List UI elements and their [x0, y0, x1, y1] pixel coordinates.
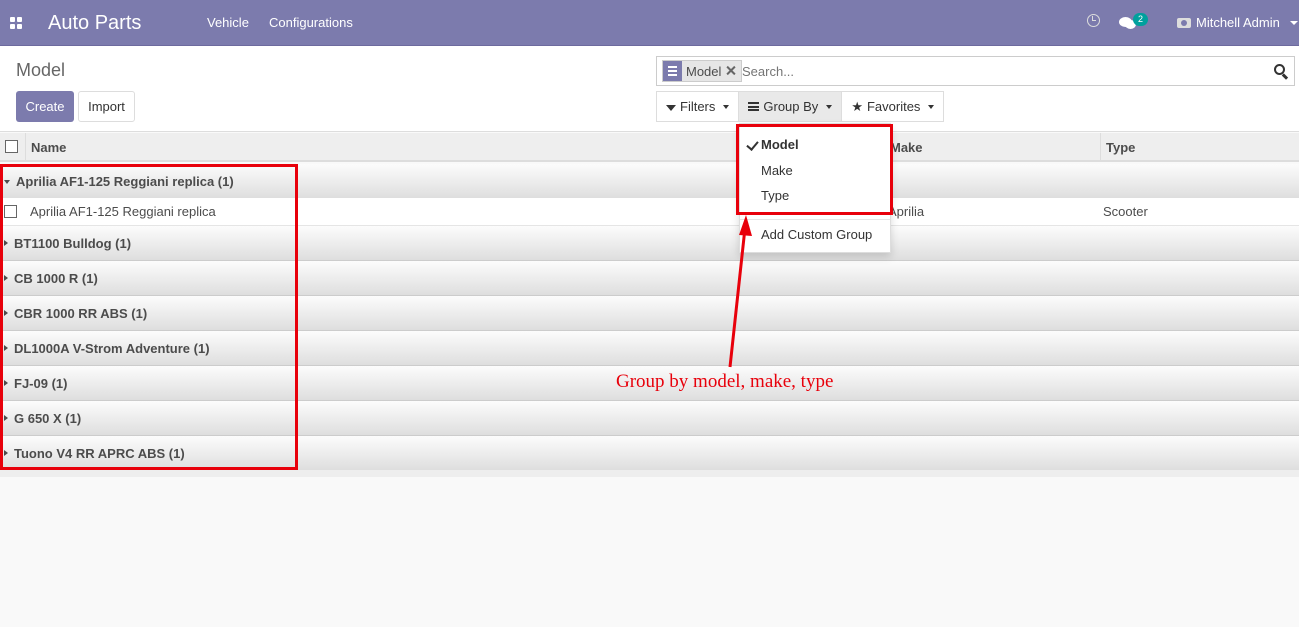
dropdown-divider: [740, 219, 890, 220]
list-header: Name Make Type: [0, 133, 1299, 162]
cell-type: Scooter: [1103, 204, 1148, 219]
caret-right-icon: [4, 450, 8, 456]
search-options: Filters Group By ★ Favorites: [656, 91, 945, 122]
select-all-checkbox[interactable]: [5, 140, 18, 153]
group-label: BT1100 Bulldog (1): [14, 236, 132, 251]
filters-button[interactable]: Filters: [657, 92, 740, 121]
group-label: G 650 X (1): [14, 411, 82, 426]
group-label: CB 1000 R (1): [14, 271, 98, 286]
caret-down-icon: [4, 180, 10, 184]
caret-down-icon: [826, 104, 833, 109]
check-icon: [746, 141, 758, 150]
add-custom-group[interactable]: Add Custom Group: [761, 227, 872, 242]
group-label: FJ-09 (1): [14, 376, 68, 391]
search-bar: Model: [656, 56, 1295, 86]
group-row[interactable]: Aprilia AF1-125 Reggiani replica (1): [0, 164, 1299, 199]
control-panel: Model Create Import Model Filters Group …: [0, 46, 1299, 132]
favorites-button[interactable]: ★ Favorites: [842, 92, 943, 121]
facet-remove-icon[interactable]: [725, 65, 737, 77]
caret-down-icon: [928, 104, 935, 109]
list-footer: [0, 470, 1299, 477]
group-row[interactable]: CBR 1000 RR ABS (1): [0, 296, 1299, 331]
group-by-dropdown: Model Make Type Add Custom Group: [739, 123, 891, 253]
annotation-text: Group by model, make, type: [616, 371, 834, 392]
apps-menu-icon[interactable]: [10, 17, 22, 29]
column-header-type[interactable]: Type: [1100, 133, 1299, 162]
caret-right-icon: [4, 345, 8, 351]
table-row[interactable]: Aprilia AF1-125 Reggiani replica Aprilia…: [0, 198, 1299, 226]
group-by-label: Group By: [763, 99, 819, 114]
row-checkbox[interactable]: [4, 205, 17, 218]
group-label: Aprilia AF1-125 Reggiani replica (1): [16, 174, 234, 189]
bars-icon: [663, 61, 682, 81]
app-title: Auto Parts: [48, 12, 142, 34]
favorites-label: Favorites: [866, 99, 921, 114]
groupby-option-make[interactable]: Make: [761, 163, 793, 178]
bars-icon: [748, 102, 760, 111]
search-facet: Model: [662, 60, 743, 82]
group-row[interactable]: Tuono V4 RR APRC ABS (1): [0, 436, 1299, 471]
column-header-make[interactable]: Make: [884, 133, 1100, 162]
star-icon: ★: [851, 98, 863, 114]
facet-label: Model: [686, 63, 722, 79]
caret-right-icon: [4, 415, 8, 421]
chat-count-badge: 2: [1133, 13, 1148, 26]
group-by-button[interactable]: Group By: [739, 92, 843, 121]
group-row[interactable]: DL1000A V-Strom Adventure (1): [0, 331, 1299, 366]
filters-label: Filters: [680, 99, 716, 114]
group-row[interactable]: G 650 X (1): [0, 401, 1299, 436]
group-label: DL1000A V-Strom Adventure (1): [14, 341, 210, 356]
search-input[interactable]: [742, 61, 1242, 81]
user-avatar-icon[interactable]: [1177, 16, 1191, 28]
caret-down-icon: [723, 104, 730, 109]
filter-icon: [666, 104, 676, 111]
group-row[interactable]: CB 1000 R (1): [0, 261, 1299, 296]
cell-make: Aprilia: [888, 204, 925, 219]
caret-right-icon: [4, 310, 8, 316]
search-icon[interactable]: [1274, 64, 1289, 80]
user-menu[interactable]: Mitchell Admin: [1196, 15, 1280, 30]
menu-vehicle[interactable]: Vehicle: [207, 15, 249, 30]
menu-configurations[interactable]: Configurations: [269, 15, 353, 30]
groupby-option-model[interactable]: Model: [761, 137, 799, 152]
groupby-option-type[interactable]: Type: [761, 188, 789, 203]
caret-right-icon: [4, 240, 8, 246]
cell-name: Aprilia AF1-125 Reggiani replica: [30, 204, 216, 219]
import-button[interactable]: Import: [78, 91, 135, 122]
caret-right-icon: [4, 380, 8, 386]
group-row[interactable]: BT1100 Bulldog (1): [0, 226, 1299, 261]
caret-right-icon: [4, 275, 8, 281]
group-label: Tuono V4 RR APRC ABS (1): [14, 446, 185, 461]
create-button[interactable]: Create: [16, 91, 74, 122]
page-title: Model: [16, 60, 66, 80]
user-caret-icon[interactable]: [1290, 21, 1298, 25]
top-navbar: Auto Parts Vehicle Configurations 2 Mitc…: [0, 0, 1299, 46]
group-label: CBR 1000 RR ABS (1): [14, 306, 148, 321]
activity-clock-icon[interactable]: [1087, 14, 1100, 27]
